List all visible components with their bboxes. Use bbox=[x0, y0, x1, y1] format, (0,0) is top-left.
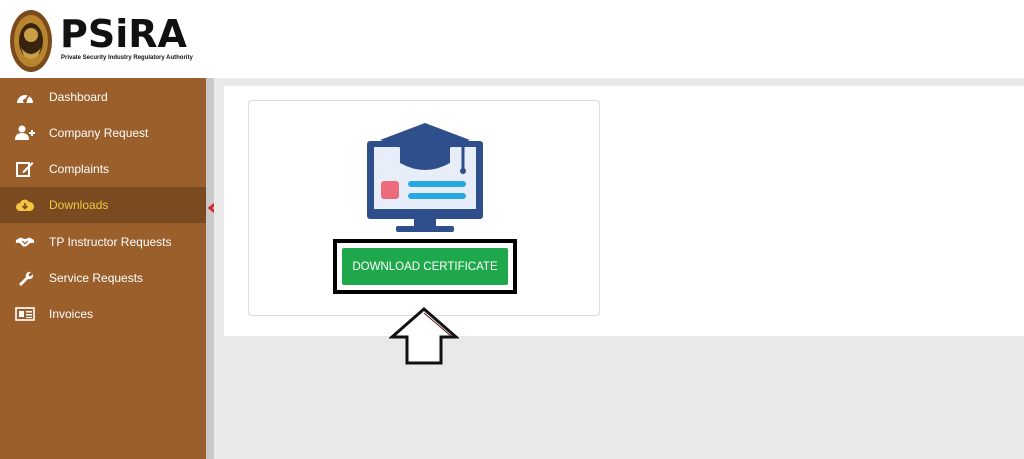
graduation-monitor-icon bbox=[366, 123, 484, 233]
sidebar-item-label: Invoices bbox=[49, 307, 94, 321]
sidebar-item-complaints[interactable]: Complaints bbox=[0, 151, 206, 187]
sidebar-item-label: Dashboard bbox=[49, 90, 108, 104]
sidebar-item-dashboard[interactable]: Dashboard bbox=[0, 79, 206, 115]
download-certificate-button[interactable]: DOWNLOAD CERTIFICATE bbox=[342, 248, 508, 285]
brand-name: PSiRA bbox=[60, 12, 187, 56]
cloud-download-icon bbox=[15, 197, 35, 213]
handshake-icon bbox=[15, 234, 35, 250]
newspaper-icon bbox=[15, 306, 35, 322]
certificate-card: DOWNLOAD CERTIFICATE bbox=[248, 100, 600, 316]
header: PSiRA Private Security Industry Regulato… bbox=[0, 0, 1024, 78]
annotation-highlight-box: DOWNLOAD CERTIFICATE bbox=[333, 239, 517, 294]
psira-logo[interactable] bbox=[8, 8, 54, 74]
sidebar-item-tp-instructor-requests[interactable]: TP Instructor Requests bbox=[0, 224, 206, 260]
main-content: DOWNLOAD CERTIFICATE bbox=[214, 78, 1024, 459]
annotation-arrow-up-icon bbox=[388, 307, 460, 370]
downloads-panel: DOWNLOAD CERTIFICATE bbox=[224, 86, 1024, 336]
sidebar-item-company-request[interactable]: Company Request bbox=[0, 115, 206, 151]
user-plus-icon bbox=[15, 125, 35, 141]
sidebar-item-label: TP Instructor Requests bbox=[49, 235, 172, 249]
sidebar-item-label: Company Request bbox=[49, 126, 149, 140]
sidebar-item-downloads[interactable]: Downloads bbox=[0, 187, 206, 223]
sidebar-divider bbox=[206, 78, 214, 459]
sidebar: Dashboard Company Request Complaints Dow… bbox=[0, 78, 206, 459]
dashboard-icon bbox=[15, 89, 35, 105]
edit-icon bbox=[15, 161, 35, 177]
sidebar-item-label: Service Requests bbox=[49, 271, 144, 285]
sidebar-item-label: Complaints bbox=[49, 162, 110, 176]
sidebar-item-invoices[interactable]: Invoices bbox=[0, 296, 206, 332]
brand-tagline: Private Security Industry Regulatory Aut… bbox=[61, 55, 193, 61]
sidebar-item-service-requests[interactable]: Service Requests bbox=[0, 260, 206, 296]
sidebar-item-label: Downloads bbox=[49, 198, 109, 212]
wrench-icon bbox=[15, 270, 35, 286]
